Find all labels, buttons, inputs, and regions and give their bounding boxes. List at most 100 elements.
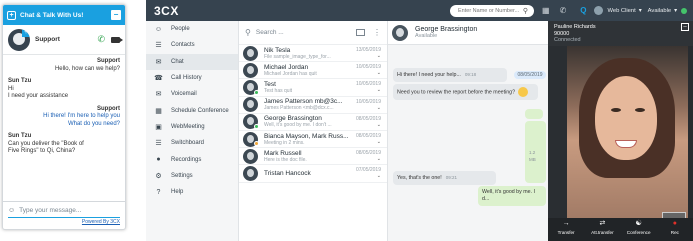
user-avatar[interactable] bbox=[594, 6, 604, 15]
dial-search-input[interactable]: Enter Name or Number... ⚲ bbox=[450, 5, 534, 17]
nav-item-contacts[interactable]: ☰ Contacts bbox=[146, 37, 238, 53]
nav-item-switchboard[interactable]: ☰ Switchboard bbox=[146, 135, 238, 151]
dial-search-placeholder: Enter Name or Number... bbox=[458, 8, 520, 14]
video-call: Pauline Richards 90000 Connected – → Tran… bbox=[548, 21, 693, 241]
presence-indicator bbox=[254, 89, 259, 95]
chevron-down-icon[interactable]: ⌄ bbox=[353, 105, 381, 111]
chat-name: Bianca Mayson, Mark Russ... bbox=[264, 132, 349, 140]
video-camera-icon[interactable] bbox=[111, 36, 123, 43]
search-icon[interactable]: ⚲ bbox=[523, 7, 528, 15]
minimize-button[interactable]: − bbox=[111, 10, 121, 20]
conversation: George Brassington Available 08/05/2019 … bbox=[388, 21, 548, 241]
message-bubble: Yes, that's the one! 09:21 bbox=[393, 171, 496, 185]
chat-search-placeholder: Search ... bbox=[255, 29, 284, 36]
agent-name: Support bbox=[35, 36, 60, 43]
top-bar: 3CX Enter Name or Number... ⚲ ▦ ✆ Q Web … bbox=[146, 0, 693, 21]
chat-list-item[interactable]: Test Test has quit 10/05/2019 ⌄ bbox=[239, 79, 387, 97]
nav-item-recordings[interactable]: ● Recordings bbox=[146, 151, 238, 167]
message-bubble: Need you to review the report before the… bbox=[393, 84, 538, 100]
nav-icon: ☰ bbox=[155, 140, 162, 148]
powered-by-link[interactable]: Powered By 3CX bbox=[82, 219, 120, 225]
message-bubble bbox=[525, 109, 543, 119]
record-button[interactable]: ● Rec bbox=[657, 218, 693, 241]
nav-label: Recordings bbox=[171, 156, 202, 163]
chevron-down-icon[interactable]: ▾ bbox=[674, 8, 677, 14]
chat-list-item[interactable]: Nik Tesla File sample_image_type_for... 13… bbox=[239, 45, 387, 63]
chevron-down-icon[interactable]: ⌄ bbox=[353, 139, 381, 145]
phone-icon[interactable]: ✆ bbox=[560, 6, 567, 15]
chat-preview: James Patterson <mb@dcx.c... bbox=[264, 105, 334, 112]
conference-button[interactable]: ☯ Conference bbox=[621, 218, 657, 241]
chat-list-item[interactable]: Mark Russell Here is the doc file. 08/05/2… bbox=[239, 148, 387, 166]
nav-icon: ☺ bbox=[154, 25, 163, 33]
call-state: Connected bbox=[554, 37, 581, 43]
nav-label: Schedule Conference bbox=[171, 107, 229, 114]
chat-name: George Brassington bbox=[264, 115, 322, 123]
grid-icon[interactable]: ▦ bbox=[542, 6, 550, 15]
message-input-placeholder: Type your message... bbox=[19, 207, 82, 214]
transfer-button[interactable]: → Transfer bbox=[548, 218, 584, 241]
widget-message: Support Hello, how can we help? bbox=[8, 58, 120, 73]
plus-icon: + bbox=[22, 28, 30, 37]
avatar bbox=[243, 148, 258, 164]
chevron-down-icon[interactable]: ⌄ bbox=[353, 87, 381, 93]
chevron-down-icon[interactable]: ⌄ bbox=[353, 173, 381, 179]
chat-list-item[interactable]: Tristan Hancock 07/05/2019 ⌄ bbox=[239, 165, 387, 183]
nav-item-schedule-conference[interactable]: ▦ Schedule Conference bbox=[146, 102, 238, 118]
nav-item-chat[interactable]: ✉ Chat bbox=[146, 53, 238, 70]
nav-item-settings[interactable]: ⚙ Settings bbox=[146, 168, 238, 184]
presence-indicator bbox=[254, 141, 259, 147]
web-client-label[interactable]: Web Client bbox=[607, 8, 635, 14]
expand-icon[interactable]: + bbox=[7, 10, 16, 20]
chat-widget: + Chat & Talk With Us! − + Support ✆ Sup… bbox=[2, 4, 126, 230]
nav-item-call-history[interactable]: ☎ Call History bbox=[146, 70, 238, 86]
att-transfer-button[interactable]: ⇄ Att.transfer bbox=[584, 218, 620, 241]
nav-item-help[interactable]: ? Help bbox=[146, 184, 238, 200]
nav-label: Call History bbox=[171, 75, 202, 82]
avatar bbox=[243, 45, 258, 61]
status-label[interactable]: Available bbox=[648, 8, 671, 14]
video-sidebar bbox=[548, 46, 567, 218]
chat-name: Michael Jordan bbox=[264, 63, 309, 71]
nav-item-people[interactable]: ☺ People bbox=[146, 21, 238, 37]
nav-item-voicemail[interactable]: ✉ Voicemail bbox=[146, 86, 238, 102]
minimize-button[interactable]: – bbox=[681, 23, 689, 31]
message-input[interactable]: ☺ Type your message... bbox=[8, 204, 120, 218]
chevron-down-icon[interactable]: ⌄ bbox=[353, 70, 381, 76]
side-nav: ☺ People ☰ Contacts ✉ Chat ☎ Call History ✉ Voice… bbox=[146, 21, 239, 241]
chat-preview: Well, it's good by me. I don't ... bbox=[264, 122, 332, 129]
nav-icon: ⚙ bbox=[155, 172, 162, 180]
nav-icon: ● bbox=[156, 156, 161, 164]
chat-list-item[interactable]: George Brassington Well, it's good by me.… bbox=[239, 114, 387, 131]
message-text: Can you deliver the "Book of Five Rings"… bbox=[8, 140, 84, 155]
phone-icon[interactable]: ✆ bbox=[97, 34, 105, 45]
nav-label: Voicemail bbox=[171, 91, 197, 98]
smiley-icon[interactable]: ☺ bbox=[8, 207, 15, 214]
chevron-down-icon[interactable]: ⌄ bbox=[353, 156, 381, 162]
transfer-icon: → bbox=[562, 220, 570, 227]
chat-preview: Michael Jordan has quit bbox=[264, 70, 317, 77]
nav-icon: ✉ bbox=[155, 58, 162, 66]
chevron-down-icon[interactable]: ⌄ bbox=[353, 122, 381, 128]
nav-label: Switchboard bbox=[171, 140, 205, 147]
chevron-down-icon[interactable]: ▾ bbox=[639, 8, 642, 14]
status-indicator bbox=[681, 7, 687, 14]
message-sender: Sun Tzu bbox=[8, 78, 32, 84]
chat-search[interactable]: ⚲ Search ... ⋮ bbox=[239, 21, 387, 45]
widget-input-area: ☺ Type your message... Powered By 3CX bbox=[3, 201, 125, 229]
avatar bbox=[243, 97, 258, 113]
more-icon[interactable]: ⋮ bbox=[373, 28, 381, 37]
top-right: Q Web Client ▾ Available ▾ bbox=[580, 0, 687, 21]
chevron-down-icon[interactable]: ⌄ bbox=[353, 53, 381, 59]
date-pill: 08/05/2019 bbox=[514, 71, 546, 79]
new-chat-icon[interactable] bbox=[356, 29, 365, 36]
chat-list-item[interactable]: James Patterson mb@3c... James Patterson … bbox=[239, 97, 387, 114]
nav-label: Contacts bbox=[171, 42, 195, 49]
file-bubble[interactable]: 1.2 MB bbox=[525, 121, 546, 183]
nav-icon: ☰ bbox=[155, 42, 162, 50]
agent-bar: + Support ✆ bbox=[3, 25, 125, 55]
q-icon[interactable]: Q bbox=[580, 6, 586, 15]
chat-list-item[interactable]: Bianca Mayson, Mark Russ... Meeting in 2 … bbox=[239, 131, 387, 149]
chat-list-item[interactable]: Michael Jordan Michael Jordan has quit 10/… bbox=[239, 62, 387, 80]
nav-item-webmeeting[interactable]: ▣ WebMeeting bbox=[146, 119, 238, 135]
